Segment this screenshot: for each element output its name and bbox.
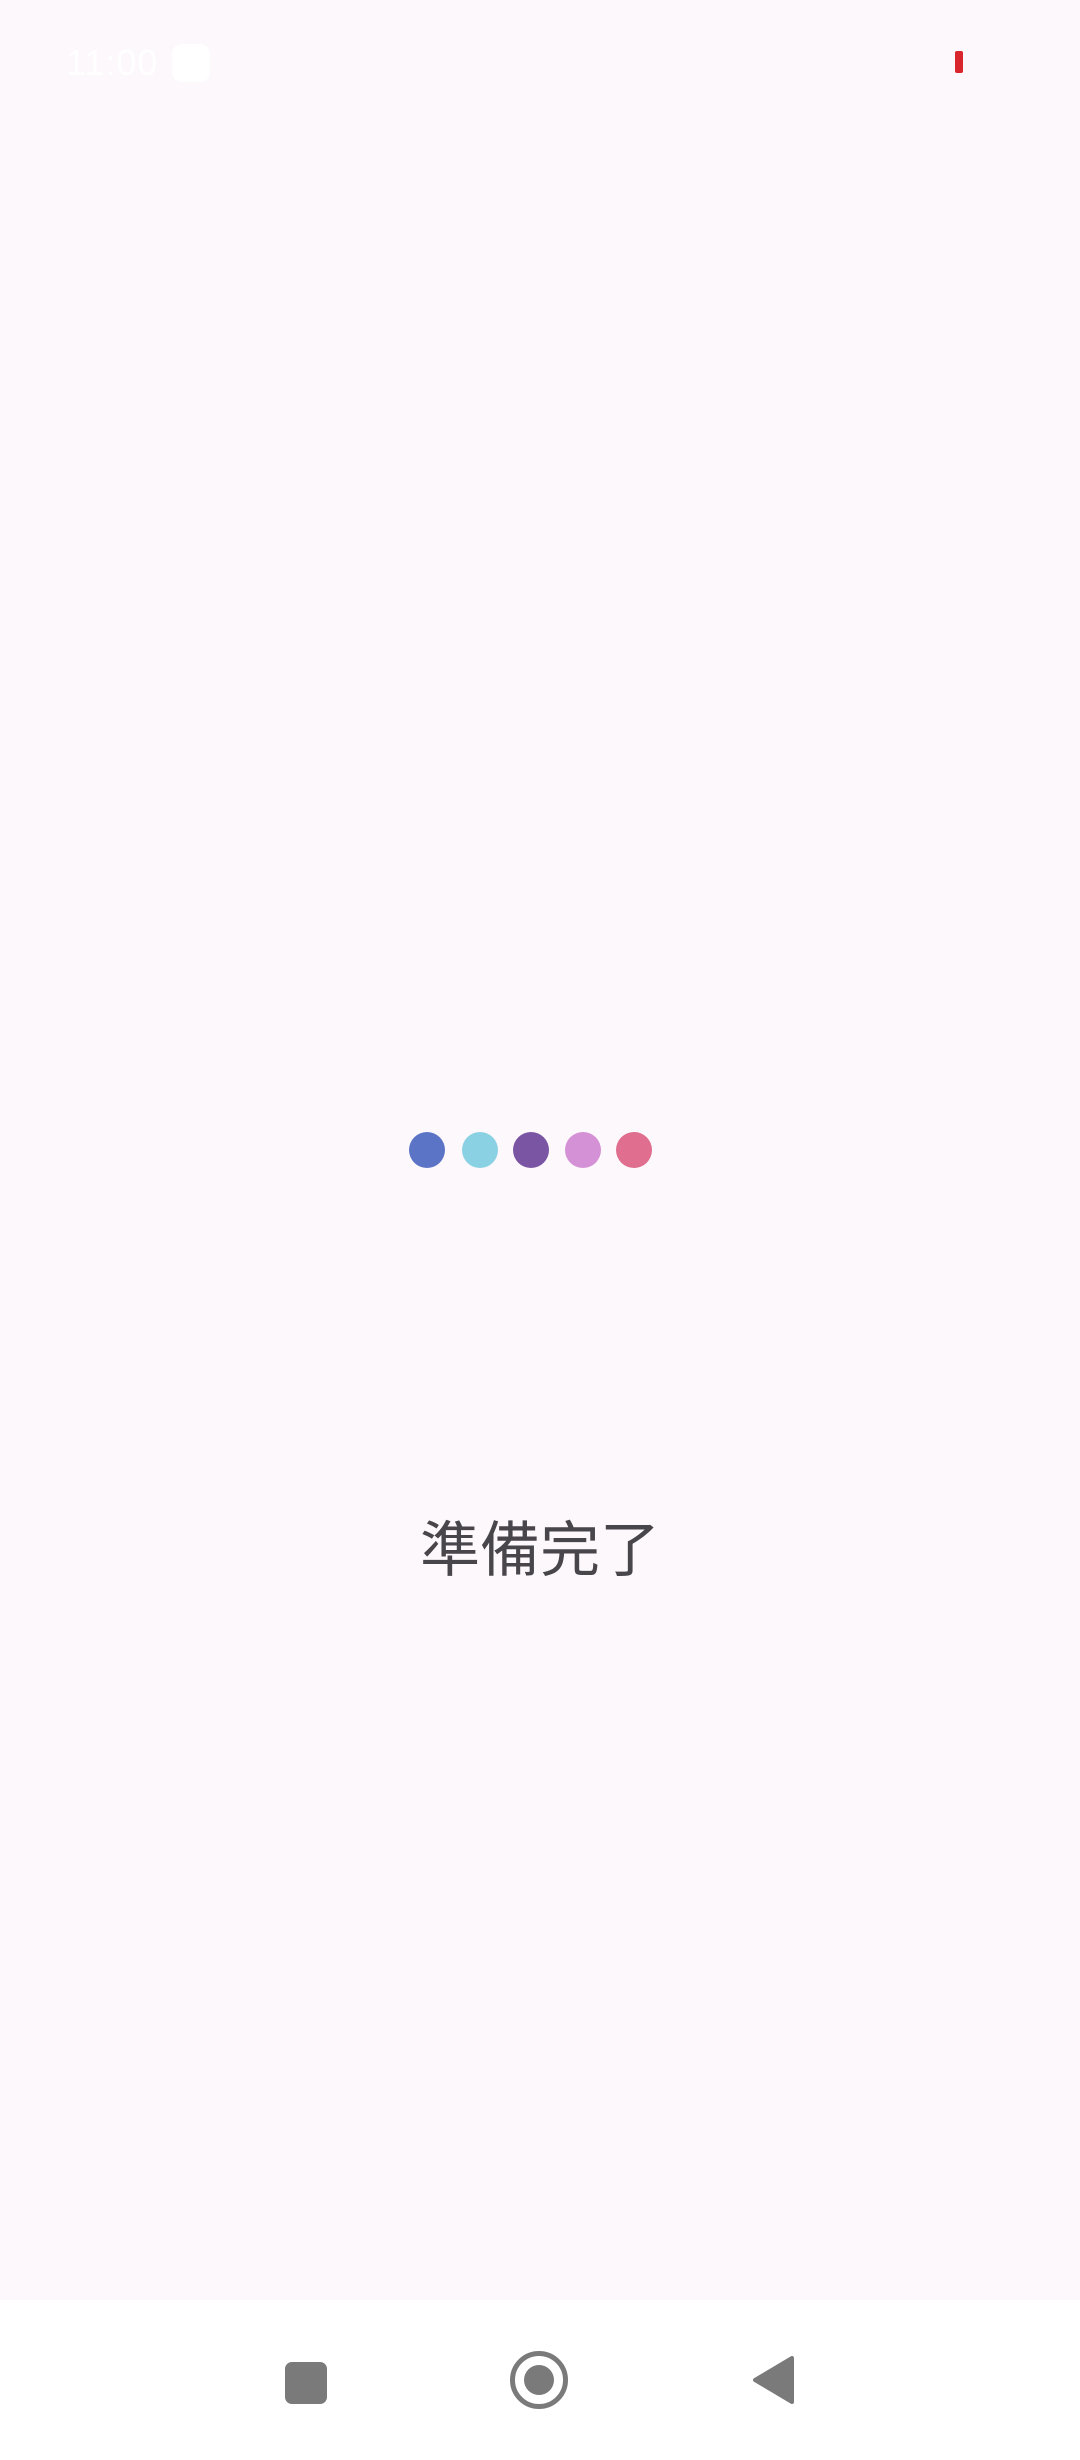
loading-dot (462, 1132, 498, 1168)
loading-indicator (0, 1132, 1080, 1168)
status-time: 11:00 (66, 42, 159, 83)
loading-dot (409, 1132, 445, 1168)
loading-dot (513, 1132, 549, 1168)
battery-icon (955, 51, 963, 73)
status-bar: 11:00 (0, 0, 1080, 120)
home-circle-icon[interactable] (510, 2351, 568, 2409)
back-triangle-icon[interactable] (752, 2356, 794, 2404)
ready-status-text: 準備完了 (420, 1516, 660, 1586)
loading-dot (565, 1132, 601, 1168)
notification-app-icon (172, 44, 210, 82)
recents-square-icon[interactable] (285, 2362, 327, 2404)
navigation-bar (0, 2300, 1080, 2460)
home-dot (524, 2365, 554, 2395)
loading-dot (616, 1132, 652, 1168)
